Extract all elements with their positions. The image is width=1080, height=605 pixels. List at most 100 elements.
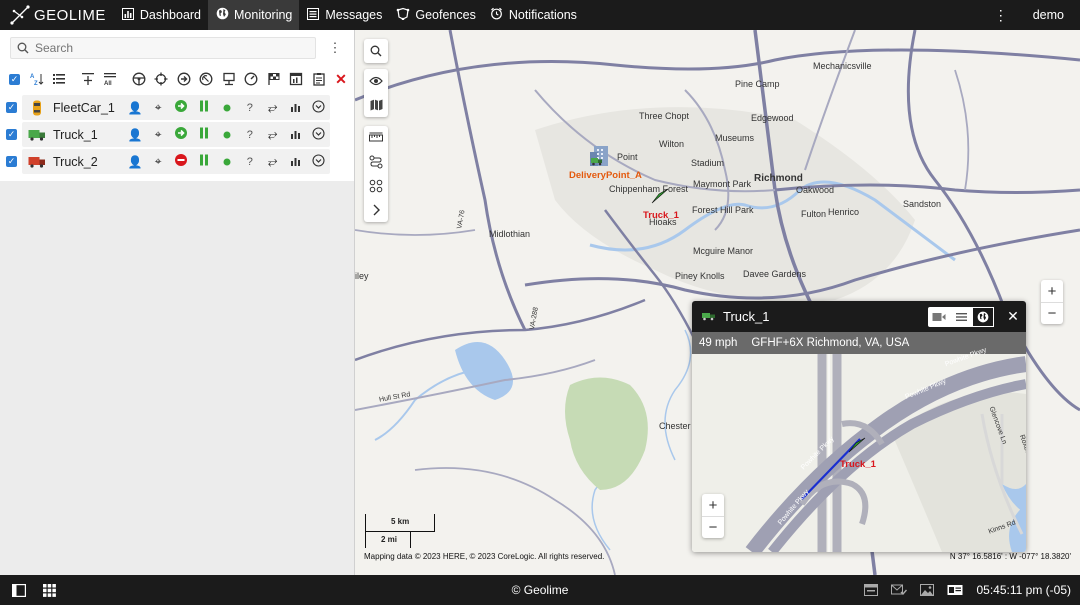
svg-text:A: A <box>30 74 35 80</box>
search-box[interactable] <box>10 37 316 59</box>
main-map[interactable]: Mechanicsville Pine Camp Edgewood Three … <box>355 30 1080 575</box>
chart-icon[interactable] <box>284 155 307 169</box>
motion-state-icon[interactable] <box>170 99 193 116</box>
report-icon[interactable] <box>287 69 306 89</box>
unit-name[interactable]: FleetCar_1 <box>47 101 124 115</box>
chart-icon[interactable] <box>284 101 307 115</box>
list-icon <box>306 7 320 23</box>
row-menu-icon[interactable] <box>307 99 330 116</box>
unit-row[interactable]: ✓ Truck_2 👤 ⌖ ? ⥂ <box>0 148 354 175</box>
popup-mini-map[interactable]: Truck_1 Powhite Pkwy Powhite Pkwy Glenco… <box>692 347 1026 552</box>
select-all-checkbox[interactable]: ✓ <box>5 69 24 89</box>
add-unit-icon[interactable] <box>78 69 97 89</box>
user-menu[interactable]: demo <box>1033 8 1064 22</box>
driver-icon[interactable]: 👤 <box>124 128 147 142</box>
search-options-icon[interactable]: ⋮ <box>324 40 346 56</box>
steering-wheel-icon[interactable] <box>129 69 148 89</box>
connection-icon[interactable] <box>197 69 216 89</box>
gps-state-icon[interactable] <box>215 128 238 142</box>
truck-direction-arrow-icon[interactable] <box>848 437 866 453</box>
locate-icon[interactable]: ⌖ <box>147 100 170 115</box>
video-tab-icon[interactable] <box>928 307 950 327</box>
driver-icon[interactable]: 👤 <box>124 155 147 169</box>
finish-flag-icon[interactable] <box>264 69 283 89</box>
unit-checkbox[interactable]: ✓ <box>6 156 17 167</box>
motion-state-icon[interactable] <box>170 126 193 143</box>
unit-row[interactable]: ✓ Truck_1 👤 ⌖ ? ⥂ <box>0 121 354 148</box>
zoom-out-button[interactable]: − <box>1041 302 1063 324</box>
unit-name[interactable]: Truck_2 <box>47 155 124 169</box>
row-menu-icon[interactable] <box>307 126 330 143</box>
nav-notifications[interactable]: Notifications <box>483 0 584 30</box>
connection-state-icon[interactable] <box>192 154 215 169</box>
inbox-icon[interactable] <box>857 580 885 600</box>
ruler-icon[interactable] <box>364 126 388 150</box>
more-menu-icon[interactable]: ⋮ <box>989 7 1013 24</box>
details-tab-icon[interactable] <box>950 307 972 327</box>
row-menu-icon[interactable] <box>307 153 330 170</box>
close-icon[interactable]: ✕ <box>1000 308 1026 325</box>
locate-icon[interactable]: ⌖ <box>147 127 170 142</box>
nav-messages[interactable]: Messages <box>299 0 389 30</box>
search-input[interactable] <box>35 41 295 55</box>
gps-state-icon[interactable] <box>215 155 238 169</box>
speedometer-icon[interactable] <box>242 69 261 89</box>
remove-all-icon[interactable]: ✕ <box>332 69 351 89</box>
notes-icon[interactable] <box>309 69 328 89</box>
unit-checkbox[interactable]: ✓ <box>6 102 17 113</box>
device-icon[interactable] <box>219 69 238 89</box>
app-logo[interactable]: GEOLIME <box>0 0 114 30</box>
truck-map-label[interactable]: Truck_1 <box>643 210 679 221</box>
map-label: Mechanicsville <box>813 61 872 71</box>
map-label: Chester <box>659 421 691 431</box>
map-label: Three Chopt <box>639 111 690 121</box>
map-search-icon[interactable] <box>364 39 388 63</box>
chart-icon[interactable] <box>284 128 307 142</box>
unit-row[interactable]: ✓ FleetCar_1 👤 ⌖ ? ⥂ <box>0 94 354 121</box>
unknown-sensor-icon[interactable]: ? <box>238 102 261 114</box>
gps-state-icon[interactable] <box>215 101 238 115</box>
list-view-icon[interactable] <box>50 69 69 89</box>
sort-az-icon[interactable]: AZ <box>27 69 46 89</box>
waypoints-icon[interactable] <box>364 174 388 198</box>
nav-geofences[interactable]: Geofences <box>389 0 482 30</box>
map-tab-icon[interactable] <box>972 306 994 327</box>
unit-name[interactable]: Truck_1 <box>47 128 124 142</box>
route-icon[interactable] <box>364 150 388 174</box>
mini-zoom-out-button[interactable]: − <box>702 516 724 538</box>
commands-icon[interactable]: ⥂ <box>261 100 284 115</box>
add-all-icon[interactable]: All <box>101 69 120 89</box>
map-label: Point <box>617 152 638 162</box>
direction-icon[interactable] <box>174 69 193 89</box>
speed-value: 49 mph <box>699 337 738 349</box>
id-card-icon[interactable] <box>941 580 969 600</box>
motion-state-icon[interactable] <box>170 153 193 170</box>
image-icon[interactable] <box>913 580 941 600</box>
commands-icon[interactable]: ⥂ <box>261 127 284 142</box>
locator-icon[interactable] <box>152 69 171 89</box>
map-label: Richmond <box>754 173 803 184</box>
zoom-in-button[interactable]: + <box>1041 280 1063 302</box>
connection-state-icon[interactable] <box>192 100 215 115</box>
locate-icon[interactable]: ⌖ <box>147 154 170 169</box>
unknown-sensor-icon[interactable]: ? <box>238 156 261 168</box>
unit-checkbox[interactable]: ✓ <box>6 129 17 140</box>
nav-monitoring[interactable]: Monitoring <box>208 0 300 30</box>
popup-truck-label[interactable]: Truck_1 <box>840 459 876 470</box>
globe-icon <box>215 7 229 23</box>
truck-direction-arrow-icon[interactable] <box>651 188 669 204</box>
mini-zoom-in-button[interactable]: + <box>702 494 724 516</box>
bar-chart-icon <box>121 7 135 23</box>
map-layers-icon[interactable] <box>364 93 388 117</box>
map-label: Forest Hill Park <box>692 205 754 215</box>
commands-icon[interactable]: ⥂ <box>261 154 284 169</box>
nav-dashboard[interactable]: Dashboard <box>114 0 208 30</box>
mail-check-icon[interactable] <box>885 580 913 600</box>
connection-state-icon[interactable] <box>192 127 215 142</box>
delivery-point-label[interactable]: DeliveryPoint_A <box>569 170 642 181</box>
top-navigation-bar: GEOLIME Dashboard Monitoring Messages Ge… <box>0 0 1080 30</box>
driver-icon[interactable]: 👤 <box>124 101 147 115</box>
unknown-sensor-icon[interactable]: ? <box>238 129 261 141</box>
expand-tools-icon[interactable] <box>364 198 388 222</box>
eye-icon[interactable] <box>364 69 388 93</box>
